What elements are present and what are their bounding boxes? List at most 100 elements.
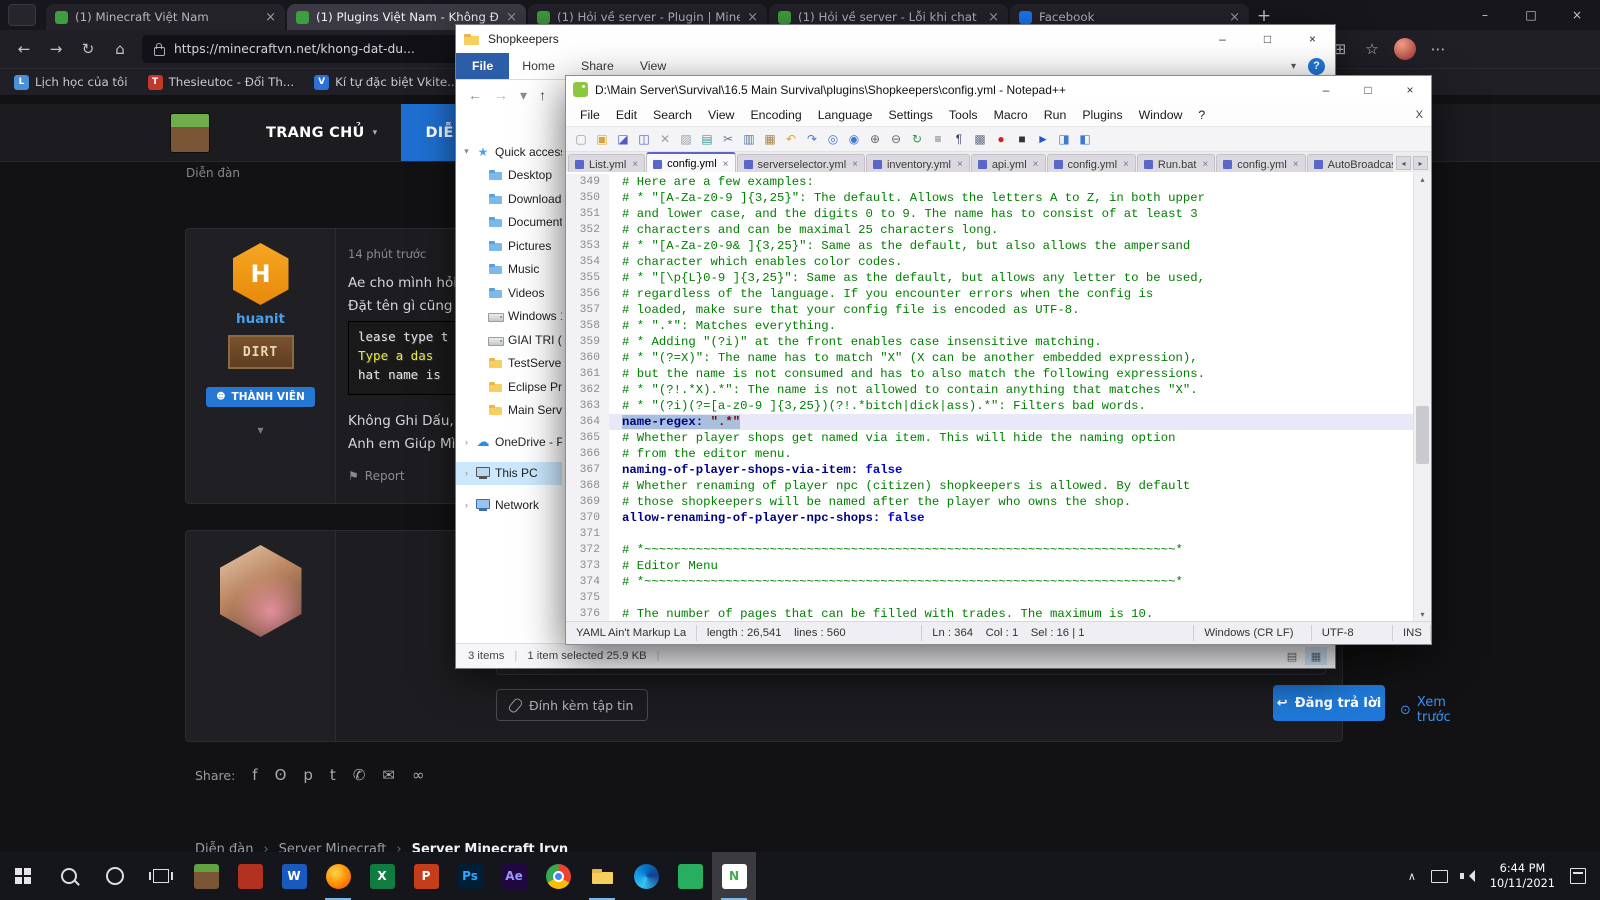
- document-tab[interactable]: List.yml×: [568, 154, 645, 174]
- tab-scroll-right-icon[interactable]: ▸: [1413, 156, 1428, 170]
- stop-macro-icon[interactable]: ■: [1013, 130, 1031, 148]
- close-button[interactable]: ×: [1290, 25, 1335, 53]
- menu-language[interactable]: Language: [810, 108, 881, 122]
- save-all-icon[interactable]: ◫: [635, 130, 653, 148]
- sidebar-item-eclipse-proj-[interactable]: Eclipse Proj...: [456, 375, 562, 399]
- find-icon[interactable]: ◎: [824, 130, 842, 148]
- maximize-button[interactable]: □: [1508, 0, 1554, 30]
- close-all-icon[interactable]: ▨: [677, 130, 695, 148]
- search-button[interactable]: [46, 852, 92, 900]
- menu-window[interactable]: Window: [1131, 108, 1191, 122]
- cut-icon[interactable]: ✂: [719, 130, 737, 148]
- taskbar-app-word[interactable]: W: [272, 852, 316, 900]
- tab-close-icon[interactable]: ×: [265, 10, 276, 25]
- minecraft-logo-icon[interactable]: [170, 113, 210, 153]
- undo-icon[interactable]: ↶: [782, 130, 800, 148]
- task-view-button[interactable]: [138, 852, 184, 900]
- tab-close-icon[interactable]: ×: [1123, 159, 1129, 170]
- minimize-button[interactable]: –: [1305, 76, 1347, 103]
- tab-close-icon[interactable]: ×: [747, 10, 758, 25]
- paste-icon[interactable]: ▦: [761, 130, 779, 148]
- taskbar-app-photoshop[interactable]: Ps: [448, 852, 492, 900]
- scroll-down-icon[interactable]: ▾: [1414, 607, 1431, 622]
- tab-scroll-left-icon[interactable]: ◂: [1396, 156, 1411, 170]
- minimize-button[interactable]: –: [1462, 0, 1508, 30]
- sidebar-item-pictures[interactable]: Pictures: [456, 234, 562, 258]
- zoom-in-icon[interactable]: ⊕: [866, 130, 884, 148]
- facebook-icon[interactable]: f: [252, 766, 257, 784]
- menu-tools[interactable]: Tools: [941, 108, 986, 122]
- favorites-icon[interactable]: ☆: [1356, 40, 1388, 58]
- menu-icon[interactable]: ⋯: [1422, 40, 1454, 58]
- menu-edit[interactable]: Edit: [608, 108, 645, 122]
- back-icon[interactable]: ←: [8, 40, 40, 58]
- menu-plugins[interactable]: Plugins: [1074, 108, 1130, 122]
- zoom-out-icon[interactable]: ⊖: [887, 130, 905, 148]
- menu-run[interactable]: Run: [1036, 108, 1075, 122]
- username-link[interactable]: huanit: [236, 311, 285, 327]
- notepadpp-title-bar[interactable]: D:\Main Server\Survival\16.5 Main Surviv…: [566, 76, 1431, 103]
- speaker-icon[interactable]: [1463, 870, 1475, 882]
- avatar[interactable]: H: [233, 243, 289, 305]
- ribbon-tab-home[interactable]: Home: [509, 53, 568, 79]
- menu-macro[interactable]: Macro: [986, 108, 1036, 122]
- sidebar-item-videos[interactable]: Videos: [456, 281, 562, 305]
- close-document-x[interactable]: X: [1416, 109, 1423, 121]
- close-button[interactable]: ×: [1389, 76, 1431, 103]
- tab-close-icon[interactable]: ×: [506, 10, 517, 25]
- tab-close-icon[interactable]: ×: [632, 159, 638, 170]
- whatsapp-icon[interactable]: ✆: [353, 766, 366, 784]
- bookmark-item[interactable]: LLịch học của tôi: [14, 75, 128, 90]
- link-icon[interactable]: ∞: [412, 766, 425, 784]
- explorer-title-bar[interactable]: Shopkeepers –□×: [456, 25, 1335, 53]
- sidebar-item-quick-access[interactable]: ▾★Quick access: [456, 140, 562, 164]
- reload-icon[interactable]: ↻: [72, 40, 104, 58]
- preview-link[interactable]: ⊙ Xem trước: [1400, 695, 1451, 725]
- browser-app-icon[interactable]: [8, 4, 36, 26]
- refresh-icon[interactable]: ↻: [908, 130, 926, 148]
- menu-help[interactable]: ?: [1190, 108, 1213, 122]
- nav-item-home[interactable]: TRANG CHỦ ▾: [242, 104, 401, 161]
- scrollbar-thumb[interactable]: [1416, 406, 1429, 464]
- taskbar-app-chrome[interactable]: [536, 852, 580, 900]
- taskbar-app-notepadpp[interactable]: N: [712, 852, 756, 900]
- new-file-icon[interactable]: ▢: [572, 130, 590, 148]
- recent-icon[interactable]: ▾: [520, 87, 527, 104]
- doc-monitor-icon[interactable]: ◨: [1055, 130, 1073, 148]
- maximize-button[interactable]: □: [1245, 25, 1290, 53]
- tab-close-icon[interactable]: ×: [1293, 159, 1299, 170]
- new-tab-button[interactable]: +: [1249, 6, 1279, 26]
- doc-map-icon[interactable]: ◧: [1076, 130, 1094, 148]
- taskbar-app-minecraft[interactable]: [184, 852, 228, 900]
- browser-tab[interactable]: (1) Minecraft Việt Nam×: [46, 4, 285, 30]
- profile-avatar[interactable]: [1394, 38, 1416, 60]
- thumbnail-view-icon[interactable]: ▦: [1305, 647, 1327, 665]
- avatar[interactable]: [220, 545, 302, 637]
- bookmark-item[interactable]: VKí tự đặc biệt Vkite...: [314, 75, 458, 90]
- taskbar-app-edge[interactable]: [624, 852, 668, 900]
- sidebar-item-network[interactable]: ›Network: [456, 493, 562, 517]
- sidebar-item-this-pc[interactable]: ›This PC: [456, 462, 562, 486]
- menu-file[interactable]: File: [572, 108, 608, 122]
- menu-settings[interactable]: Settings: [880, 108, 940, 122]
- sidebar-item-desktop[interactable]: Desktop: [456, 164, 562, 188]
- tab-close-icon[interactable]: ×: [852, 159, 858, 170]
- sidebar-item-giai-tri-d-[interactable]: GIAI TRI (D:): [456, 328, 562, 352]
- sidebar-item-documents[interactable]: Documents: [456, 211, 562, 235]
- taskbar-app-excel[interactable]: X: [360, 852, 404, 900]
- close-button[interactable]: ×: [1554, 0, 1600, 30]
- play-macro-icon[interactable]: ►: [1034, 130, 1052, 148]
- taskbar-app-green-app[interactable]: [668, 852, 712, 900]
- tab-close-icon[interactable]: ×: [988, 10, 999, 25]
- replace-icon[interactable]: ◉: [845, 130, 863, 148]
- tab-close-icon[interactable]: ×: [1229, 10, 1240, 25]
- sidebar-item-main-server[interactable]: Main Server: [456, 399, 562, 423]
- document-tab[interactable]: serverselector.yml×: [737, 154, 865, 174]
- document-tab[interactable]: api.yml×: [971, 154, 1046, 174]
- code-editor[interactable]: 349# Here are a few examples:350# * "[A-…: [566, 172, 1414, 622]
- help-icon[interactable]: ?: [1308, 58, 1325, 75]
- show-symbols-icon[interactable]: ¶: [950, 130, 968, 148]
- open-file-icon[interactable]: ▣: [593, 130, 611, 148]
- sidebar-item-music[interactable]: Music: [456, 258, 562, 282]
- copy-icon[interactable]: ▥: [740, 130, 758, 148]
